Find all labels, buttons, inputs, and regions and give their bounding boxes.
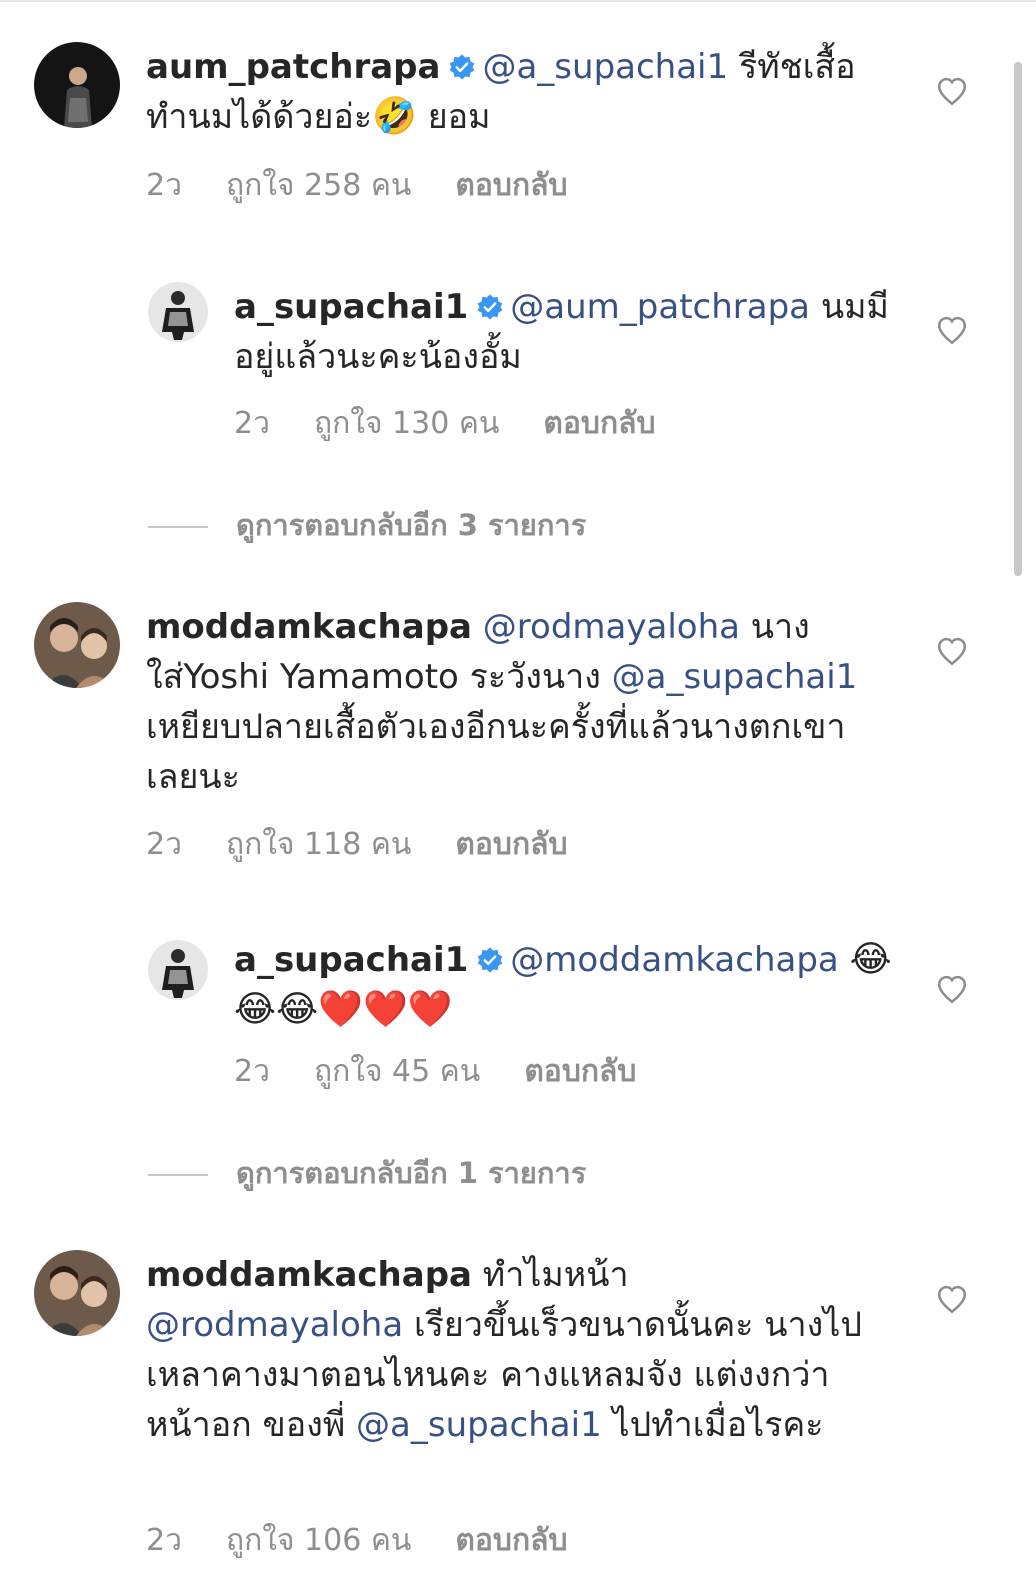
username[interactable]: a_supachai1 xyxy=(234,940,468,980)
comment-meta: 2ว ถูกใจ 258 คน ตอบกลับ xyxy=(146,162,612,209)
like-count[interactable]: ถูกใจ 130 คน xyxy=(314,406,499,441)
like-count[interactable]: ถูกใจ 106 คน xyxy=(226,1523,411,1558)
mention-link[interactable]: @aum_patchrapa xyxy=(510,287,810,327)
comment-text: ทำไมหน้า xyxy=(471,1255,629,1295)
view-replies-label[interactable]: ดูการตอบกลับอีก 3 รายการ xyxy=(236,508,586,542)
like-count[interactable]: ถูกใจ 258 คน xyxy=(226,168,411,203)
heart-outline-icon[interactable] xyxy=(935,634,969,668)
mention-link[interactable]: @moddamkachapa xyxy=(510,940,838,980)
heart-outline-icon[interactable] xyxy=(935,313,969,347)
emoji: 🤣 xyxy=(372,96,417,137)
avatar[interactable] xyxy=(148,940,208,1000)
view-replies-label[interactable]: ดูการตอบกลับอีก 1 รายการ xyxy=(236,1156,586,1190)
replies-divider xyxy=(148,526,208,528)
mention-link[interactable]: @a_supachai1 xyxy=(356,1405,602,1445)
comment-body: moddamkachapa @rodmayaloha นางใส่Yoshi Y… xyxy=(146,602,866,802)
top-divider xyxy=(0,0,1036,2)
reply-button[interactable]: ตอบกลับ xyxy=(543,406,655,441)
username[interactable]: aum_patchrapa xyxy=(146,47,440,87)
comment-body: a_supachai1 @aum_patchrapa นมมีอยู่แล้วนะ… xyxy=(234,282,894,382)
username[interactable]: a_supachai1 xyxy=(234,287,468,327)
mention-link[interactable]: @rodmayaloha xyxy=(146,1305,403,1345)
comment-meta: 2ว ถูกใจ 130 คน ตอบกลับ xyxy=(234,400,700,447)
heart-outline-icon[interactable] xyxy=(935,1282,969,1316)
comment-time: 2ว xyxy=(234,406,270,441)
heart-outline-icon[interactable] xyxy=(935,74,969,108)
reply-button[interactable]: ตอบกลับ xyxy=(455,827,567,862)
comment-time: 2ว xyxy=(146,1523,182,1558)
comment-meta: 2ว ถูกใจ 106 คน ตอบกลับ xyxy=(146,1517,612,1564)
comment-body: moddamkachapa ทำไมหน้า @rodmayaloha เรีย… xyxy=(146,1250,866,1450)
comment-time: 2ว xyxy=(146,827,182,862)
avatar[interactable] xyxy=(34,1250,120,1336)
comment-text: ยอม xyxy=(416,97,491,137)
comment-text: ไปทำเมื่อไรคะ xyxy=(601,1405,824,1445)
mention-link[interactable]: @a_supachai1 xyxy=(612,657,858,697)
comment-time: 2ว xyxy=(234,1054,270,1089)
replies-divider xyxy=(148,1174,208,1176)
like-count[interactable]: ถูกใจ 118 คน xyxy=(226,827,411,862)
avatar[interactable] xyxy=(34,602,120,688)
verified-badge-icon xyxy=(477,947,503,973)
like-count[interactable]: ถูกใจ 45 คน xyxy=(314,1054,480,1089)
verified-badge-icon xyxy=(450,54,475,80)
username[interactable]: moddamkachapa xyxy=(146,1255,472,1295)
heart-outline-icon[interactable] xyxy=(935,972,969,1006)
verified-badge-icon xyxy=(477,294,503,320)
comment-text xyxy=(839,940,850,980)
reply-button[interactable]: ตอบกลับ xyxy=(524,1054,636,1089)
mention-link[interactable]: @a_supachai1 xyxy=(482,47,728,87)
username[interactable]: moddamkachapa xyxy=(146,607,472,647)
comment-text: เหยียบปลายเสื้อตัวเองอีกนะครั้งที่แล้วนา… xyxy=(146,707,846,797)
view-more-replies-button[interactable]: ดูการตอบกลับอีก 1 รายการ xyxy=(148,1150,586,1196)
comment-body: a_supachai1 @moddamkachapa 😂😂😂❤️❤️❤️ xyxy=(234,935,894,1035)
reply-button[interactable]: ตอบกลับ xyxy=(455,1523,567,1558)
view-more-replies-button[interactable]: ดูการตอบกลับอีก 3 รายการ xyxy=(148,502,586,548)
comment-time: 2ว xyxy=(146,168,182,203)
comment-body: aum_patchrapa @a_supachai1 รีทัชเสื้อทำนม… xyxy=(146,42,886,142)
avatar[interactable] xyxy=(148,282,208,342)
scrollbar[interactable] xyxy=(1014,62,1022,576)
avatar[interactable] xyxy=(34,42,120,128)
comment-meta: 2ว ถูกใจ 118 คน ตอบกลับ xyxy=(146,821,612,868)
reply-button[interactable]: ตอบกลับ xyxy=(455,168,567,203)
mention-link[interactable]: @rodmayaloha xyxy=(483,607,740,647)
comment-meta: 2ว ถูกใจ 45 คน ตอบกลับ xyxy=(234,1048,680,1095)
